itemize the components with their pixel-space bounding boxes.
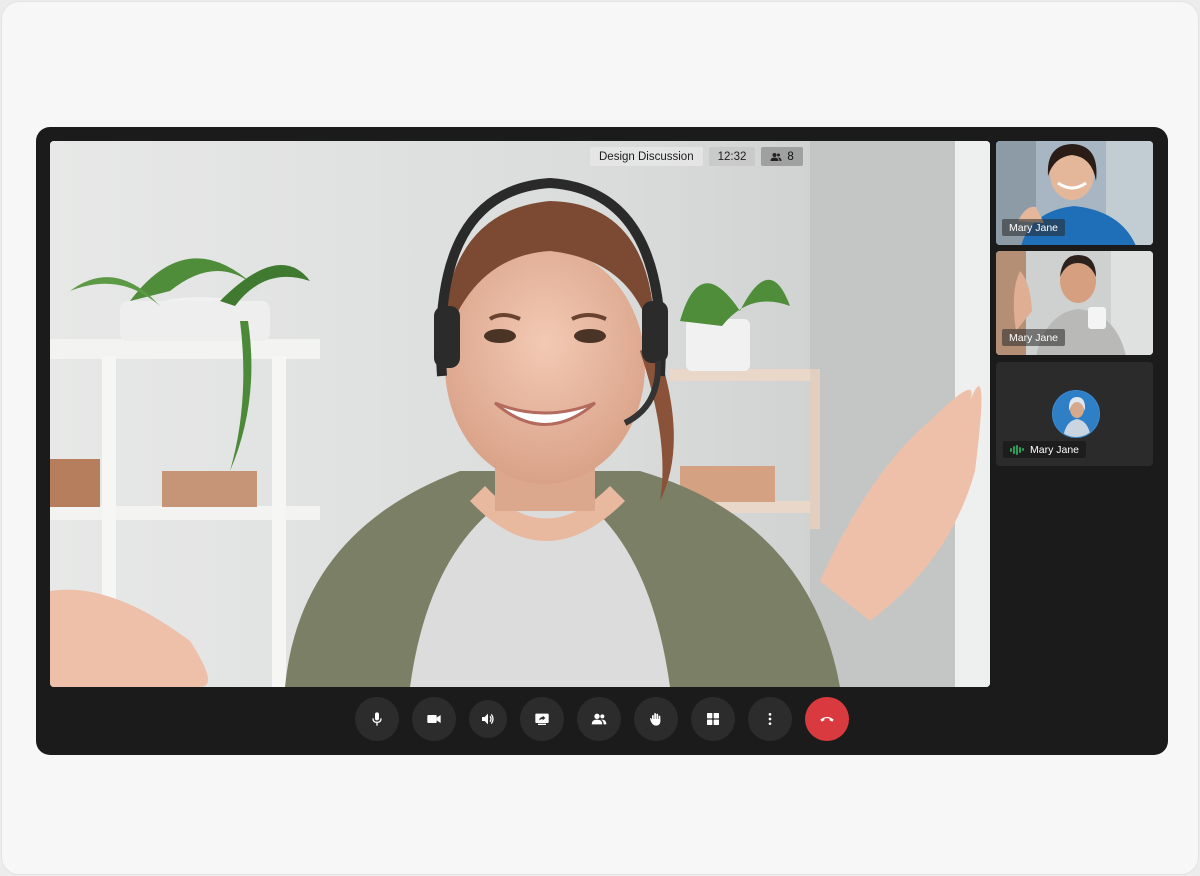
participants-icon (591, 713, 607, 725)
camera-icon (427, 715, 441, 723)
end-call-button[interactable] (805, 697, 849, 741)
speaker-button[interactable] (469, 700, 507, 738)
grid-layout-button[interactable] (691, 697, 735, 741)
meeting-info-bar: Design Discussion 12:32 8 (590, 147, 803, 166)
raise-hand-button[interactable] (634, 697, 678, 741)
participant-name-tag: Mary Jane (1002, 219, 1066, 236)
share-screen-button[interactable] (520, 697, 564, 741)
camera-button[interactable] (412, 697, 456, 741)
participant-tile[interactable]: Mary Jane (996, 362, 1153, 466)
main-speaker-video[interactable]: Design Discussion 12:32 8 (50, 141, 990, 687)
participant-name-tag: Mary Jane (1002, 329, 1066, 346)
meeting-title: Design Discussion (590, 147, 703, 166)
participant-name: Mary Jane (1009, 331, 1059, 344)
avatar (1052, 390, 1100, 438)
participant-count: 8 (787, 150, 794, 163)
raise-hand-icon (650, 713, 661, 726)
participant-tile[interactable]: Mary Jane (996, 251, 1153, 355)
more-options-icon (768, 713, 772, 725)
audio-level-icon (1010, 444, 1024, 455)
more-options-button[interactable] (748, 697, 792, 741)
grid-layout-icon (707, 713, 719, 725)
participant-name-tag: Mary Jane (1003, 441, 1087, 458)
main-speaker-video-feed (50, 141, 990, 687)
participant-name: Mary Jane (1030, 443, 1080, 456)
call-controls-bar (36, 697, 1168, 743)
page-background: Design Discussion 12:32 8 Mary Jane Mary… (1, 1, 1199, 875)
microphone-icon (372, 712, 382, 726)
share-screen-icon (535, 713, 549, 725)
participant-tile[interactable]: Mary Jane (996, 141, 1153, 245)
participants-button[interactable] (577, 697, 621, 741)
participant-name: Mary Jane (1009, 221, 1059, 234)
end-call-icon (820, 717, 834, 722)
people-icon (770, 152, 782, 161)
video-call-window: Design Discussion 12:32 8 Mary Jane Mary… (36, 127, 1168, 755)
call-duration: 12:32 (708, 147, 756, 166)
participant-count-badge[interactable]: 8 (761, 147, 803, 166)
speaker-icon (482, 713, 494, 725)
microphone-button[interactable] (355, 697, 399, 741)
